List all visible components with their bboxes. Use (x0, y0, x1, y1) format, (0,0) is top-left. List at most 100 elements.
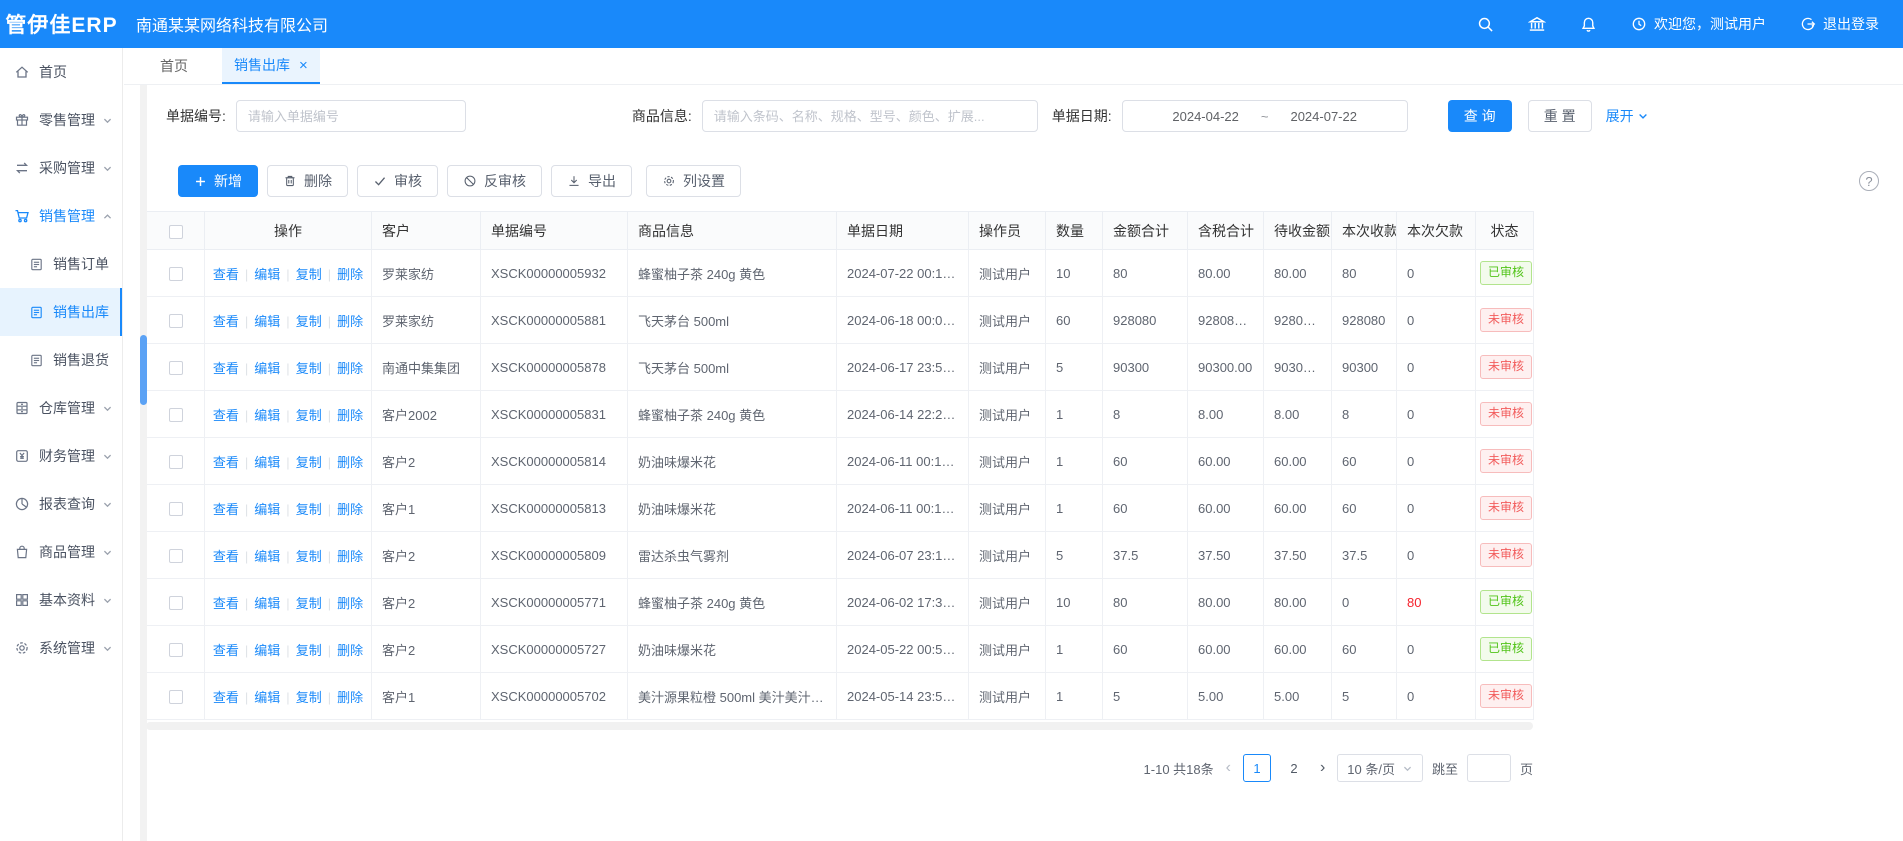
action-delete-link[interactable]: 删除 (337, 361, 363, 376)
export-button[interactable]: 导出 (551, 165, 632, 197)
date-range-picker[interactable]: 2024-04-22 ~ 2024-07-22 (1122, 100, 1408, 132)
action-view-link[interactable]: 查看 (213, 596, 239, 611)
expand-link[interactable]: 展开 (1606, 106, 1649, 126)
action-delete-link[interactable]: 删除 (337, 455, 363, 470)
action-copy-link[interactable]: 复制 (296, 643, 322, 658)
action-view-link[interactable]: 查看 (213, 361, 239, 376)
next-page-button[interactable]: › (1317, 759, 1328, 777)
action-edit-link[interactable]: 编辑 (254, 596, 280, 611)
action-edit-link[interactable]: 编辑 (254, 502, 280, 517)
action-copy-link[interactable]: 复制 (296, 455, 322, 470)
row-checkbox[interactable] (169, 643, 183, 657)
sidebar-item-basic-data[interactable]: 基本资料 (0, 576, 122, 624)
action-delete-link[interactable]: 删除 (337, 596, 363, 611)
action-delete-link[interactable]: 删除 (337, 690, 363, 705)
tab-home[interactable]: 首页 (148, 48, 200, 84)
action-view-link[interactable]: 查看 (213, 502, 239, 517)
select-all-checkbox[interactable] (169, 225, 183, 239)
sidebar-item-home[interactable]: 首页 (0, 48, 122, 96)
app-logo[interactable]: 管伊佳ERP (0, 9, 123, 39)
sidebar-item-sales[interactable]: 销售管理 (0, 192, 122, 240)
page-size-select[interactable]: 10 条/页 (1337, 754, 1423, 782)
row-checkbox[interactable] (169, 267, 183, 281)
bill-no-input[interactable] (236, 100, 466, 132)
row-checkbox[interactable] (169, 314, 183, 328)
row-checkbox[interactable] (169, 361, 183, 375)
action-delete-link[interactable]: 删除 (337, 408, 363, 423)
page-2-button[interactable]: 2 (1280, 754, 1308, 782)
action-copy-link[interactable]: 复制 (296, 361, 322, 376)
action-edit-link[interactable]: 编辑 (254, 643, 280, 658)
sidebar-item-sales-return[interactable]: 销售退货 (0, 336, 122, 384)
date-start-value[interactable]: 2024-04-22 (1172, 109, 1239, 124)
action-edit-link[interactable]: 编辑 (254, 314, 280, 329)
action-view-link[interactable]: 查看 (213, 267, 239, 282)
sidebar-item-finance[interactable]: 财务管理 (0, 432, 122, 480)
action-copy-link[interactable]: 复制 (296, 408, 322, 423)
reset-button[interactable]: 重 置 (1528, 100, 1592, 132)
prev-page-button[interactable]: ‹ (1223, 759, 1234, 777)
action-edit-link[interactable]: 编辑 (254, 549, 280, 564)
row-checkbox[interactable] (169, 596, 183, 610)
row-checkbox[interactable] (169, 455, 183, 469)
row-checkbox[interactable] (169, 690, 183, 704)
date-end-value[interactable]: 2024-07-22 (1290, 109, 1357, 124)
link-separator: | (245, 455, 248, 470)
action-view-link[interactable]: 查看 (213, 643, 239, 658)
product-info-input[interactable] (702, 100, 1038, 132)
vertical-scrollbar[interactable] (140, 85, 147, 841)
action-copy-link[interactable]: 复制 (296, 502, 322, 517)
action-view-link[interactable]: 查看 (213, 690, 239, 705)
sidebar-item-warehouse[interactable]: 仓库管理 (0, 384, 122, 432)
horizontal-scrollbar[interactable] (146, 722, 1533, 730)
sidebar-item-products[interactable]: 商品管理 (0, 528, 122, 576)
action-copy-link[interactable]: 复制 (296, 267, 322, 282)
action-edit-link[interactable]: 编辑 (254, 455, 280, 470)
bank-icon[interactable] (1528, 15, 1546, 33)
welcome-user[interactable]: 欢迎您，测试用户 (1631, 14, 1766, 34)
action-view-link[interactable]: 查看 (213, 314, 239, 329)
action-delete-link[interactable]: 删除 (337, 267, 363, 282)
row-checkbox[interactable] (169, 502, 183, 516)
search-icon[interactable] (1477, 16, 1494, 33)
action-edit-link[interactable]: 编辑 (254, 361, 280, 376)
search-button[interactable]: 查 询 (1448, 100, 1512, 132)
tab-sales-outbound[interactable]: 销售出库 × (222, 48, 320, 84)
action-edit-link[interactable]: 编辑 (254, 690, 280, 705)
action-copy-link[interactable]: 复制 (296, 596, 322, 611)
logout-button[interactable]: 退出登录 (1800, 14, 1879, 34)
action-delete-link[interactable]: 删除 (337, 502, 363, 517)
action-view-link[interactable]: 查看 (213, 455, 239, 470)
sidebar-item-system[interactable]: 系统管理 (0, 624, 122, 672)
action-delete-link[interactable]: 删除 (337, 314, 363, 329)
audit-button[interactable]: 审核 (357, 165, 438, 197)
delete-button[interactable]: 删除 (267, 165, 348, 197)
column-settings-button[interactable]: 列设置 (646, 165, 741, 197)
jump-page-input[interactable] (1467, 754, 1511, 782)
action-copy-link[interactable]: 复制 (296, 690, 322, 705)
action-delete-link[interactable]: 删除 (337, 643, 363, 658)
sidebar-item-reports[interactable]: 报表查询 (0, 480, 122, 528)
add-button[interactable]: 新增 (178, 165, 258, 197)
help-icon[interactable]: ? (1859, 171, 1879, 191)
action-view-link[interactable]: 查看 (213, 408, 239, 423)
action-edit-link[interactable]: 编辑 (254, 408, 280, 423)
action-copy-link[interactable]: 复制 (296, 314, 322, 329)
sidebar-item-sales-order[interactable]: 销售订单 (0, 240, 122, 288)
link-separator: | (328, 643, 331, 658)
cell-tax_amount: 80.00 (1188, 250, 1264, 297)
row-checkbox[interactable] (169, 549, 183, 563)
sidebar-item-sales-outbound[interactable]: 销售出库 (0, 288, 122, 336)
close-icon[interactable]: × (299, 58, 308, 73)
action-copy-link[interactable]: 复制 (296, 549, 322, 564)
scrollbar-thumb[interactable] (140, 335, 147, 405)
bell-icon[interactable] (1580, 16, 1597, 33)
action-edit-link[interactable]: 编辑 (254, 267, 280, 282)
unaudit-button[interactable]: 反审核 (447, 165, 542, 197)
action-view-link[interactable]: 查看 (213, 549, 239, 564)
action-delete-link[interactable]: 删除 (337, 549, 363, 564)
sidebar-item-purchase[interactable]: 采购管理 (0, 144, 122, 192)
row-checkbox[interactable] (169, 408, 183, 422)
page-1-button[interactable]: 1 (1243, 754, 1271, 782)
sidebar-item-retail[interactable]: 零售管理 (0, 96, 122, 144)
